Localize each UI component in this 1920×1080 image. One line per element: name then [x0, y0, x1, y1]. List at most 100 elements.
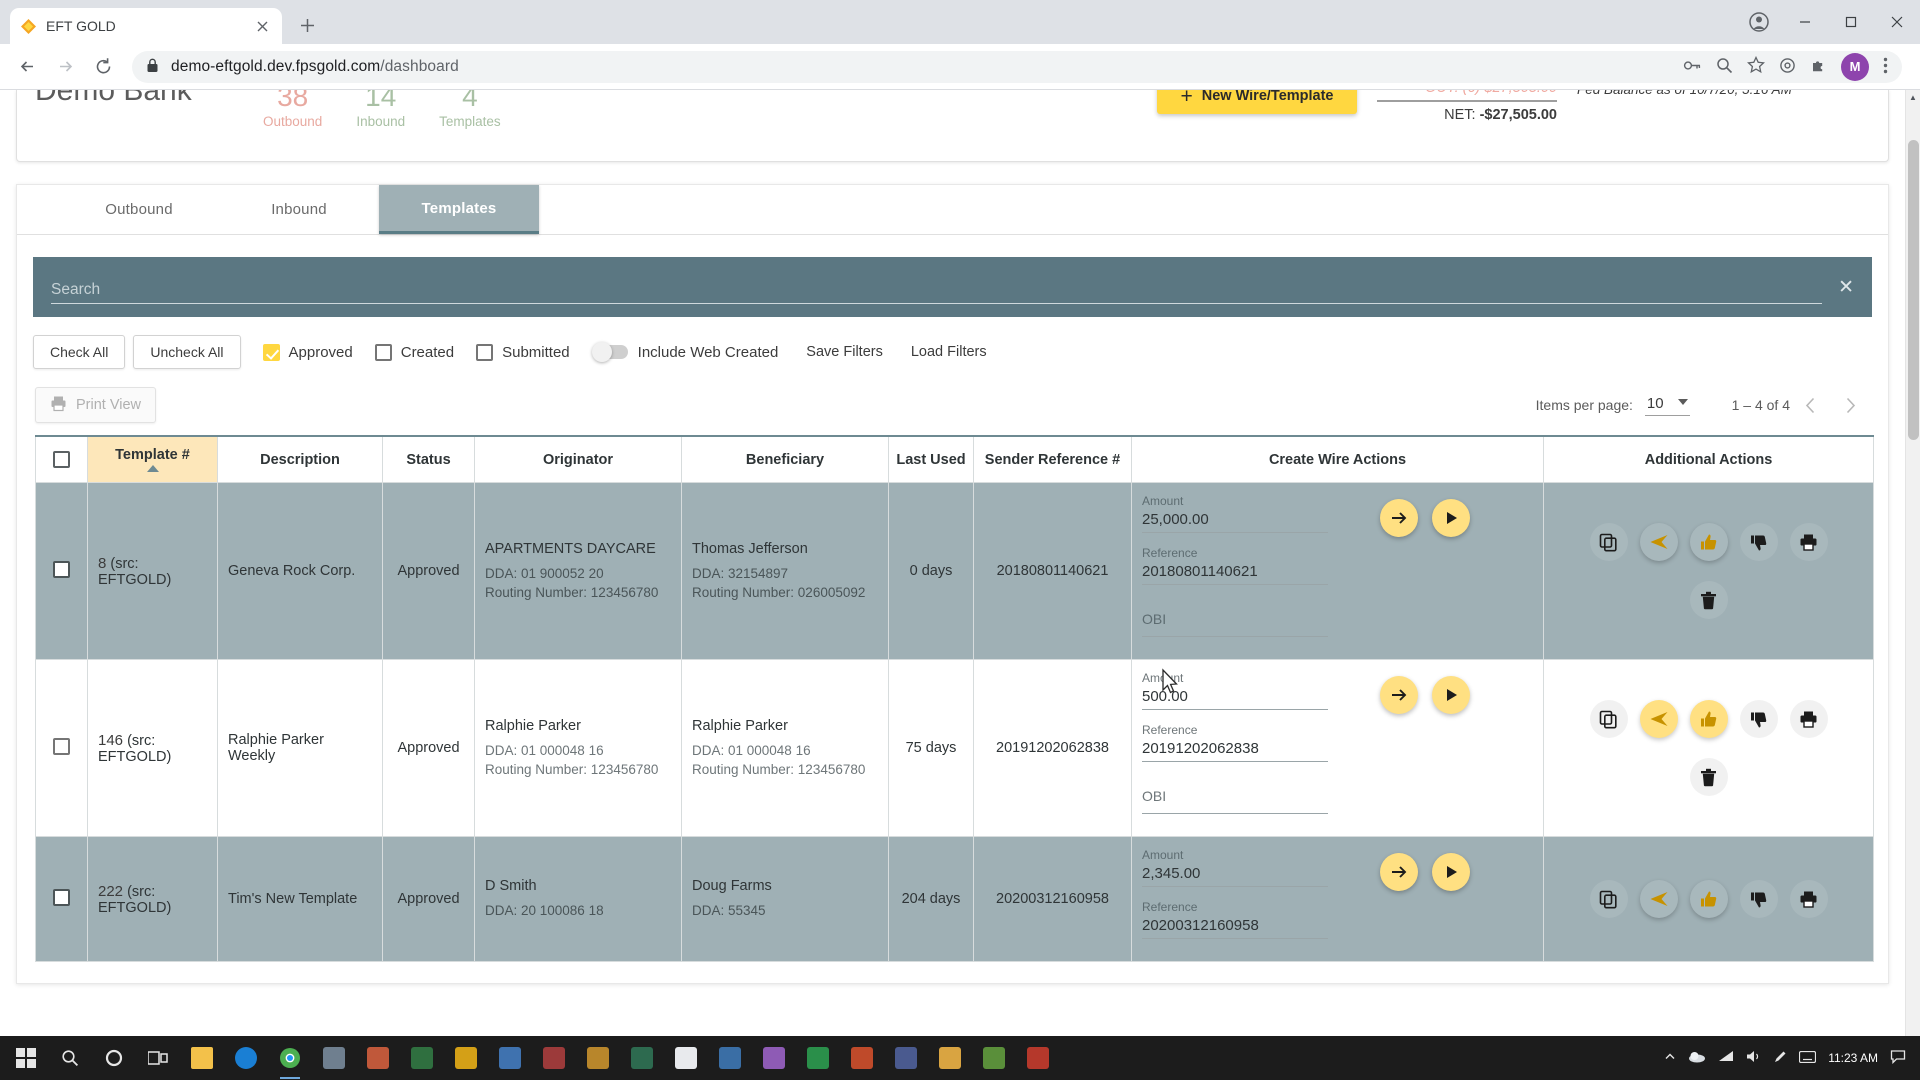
- reject-button[interactable]: [1739, 700, 1778, 738]
- create-wire-button[interactable]: [1380, 499, 1418, 537]
- taskbar-edge-icon[interactable]: [224, 1036, 268, 1080]
- send-wire-button[interactable]: [1639, 523, 1678, 561]
- row-checkbox[interactable]: [53, 888, 70, 906]
- print-template-button[interactable]: [1789, 880, 1828, 918]
- new-wire-template-button[interactable]: + New Wire/Template: [1157, 90, 1357, 114]
- stat-outbound[interactable]: 38 Outbound: [263, 90, 322, 132]
- tab-templates[interactable]: Templates: [379, 185, 539, 234]
- uncheck-all-button[interactable]: Uncheck All: [133, 335, 241, 369]
- delete-template-button[interactable]: [1689, 758, 1728, 796]
- browser-tab[interactable]: EFT GOLD: [10, 8, 282, 44]
- password-key-icon[interactable]: [1683, 58, 1702, 76]
- stat-templates[interactable]: 4 Templates: [439, 90, 501, 132]
- amount-value[interactable]: 25,000.00: [1142, 509, 1328, 533]
- search-clear-icon[interactable]: ✕: [1838, 278, 1854, 297]
- taskbar-app-16-icon[interactable]: [972, 1036, 1016, 1080]
- onedrive-icon[interactable]: [1688, 1050, 1706, 1066]
- profile-avatar[interactable]: M: [1841, 52, 1869, 81]
- amount-value[interactable]: 500.00: [1142, 686, 1328, 710]
- amount-value[interactable]: 2,345.00: [1142, 863, 1328, 887]
- filter-approved[interactable]: Approved: [262, 343, 353, 361]
- keyboard-icon[interactable]: [1799, 1050, 1817, 1066]
- minimize-button[interactable]: [1782, 0, 1828, 44]
- amount-field[interactable]: Amount 25,000.00: [1142, 493, 1328, 533]
- send-wire-button[interactable]: [1639, 700, 1678, 738]
- taskbar-app-17-icon[interactable]: [1016, 1036, 1060, 1080]
- reference-field[interactable]: Reference 20191202062838: [1142, 722, 1328, 762]
- reference-field[interactable]: Reference 20200312160958: [1142, 899, 1328, 939]
- taskbar-app-5-icon[interactable]: [488, 1036, 532, 1080]
- reference-value[interactable]: 20191202062838: [1142, 738, 1328, 762]
- column-header-originator[interactable]: Originator: [474, 435, 682, 483]
- filter-created[interactable]: Created: [374, 343, 454, 361]
- taskbar-app-13-icon[interactable]: [840, 1036, 884, 1080]
- filter-include-web-created[interactable]: Include Web Created: [591, 342, 778, 362]
- checkbox-submitted[interactable]: [476, 343, 494, 361]
- approve-button[interactable]: [1689, 700, 1728, 738]
- column-header-status[interactable]: Status: [382, 435, 475, 483]
- create-wire-button[interactable]: [1380, 853, 1418, 891]
- obi-field[interactable]: OBI: [1142, 597, 1328, 637]
- taskbar-app-4-icon[interactable]: [444, 1036, 488, 1080]
- row-checkbox[interactable]: [53, 560, 70, 578]
- print-template-button[interactable]: [1789, 700, 1828, 738]
- taskbar-app-3-icon[interactable]: [400, 1036, 444, 1080]
- tab-close-icon[interactable]: [252, 16, 272, 36]
- copy-template-button[interactable]: [1589, 700, 1628, 738]
- quick-send-button[interactable]: [1432, 499, 1470, 537]
- copy-template-button[interactable]: [1589, 523, 1628, 561]
- amount-field[interactable]: Amount 2,345.00: [1142, 847, 1328, 887]
- reference-value[interactable]: 20200312160958: [1142, 915, 1328, 939]
- column-header-description[interactable]: Description: [217, 435, 383, 483]
- reject-button[interactable]: [1739, 523, 1778, 561]
- network-icon[interactable]: [1718, 1050, 1734, 1066]
- column-header-beneficiary[interactable]: Beneficiary: [681, 435, 889, 483]
- chrome-menu-icon[interactable]: [1883, 57, 1888, 77]
- taskbar-app-6-icon[interactable]: [532, 1036, 576, 1080]
- forward-arrow-icon[interactable]: [48, 50, 82, 84]
- delete-template-button[interactable]: [1689, 581, 1728, 619]
- approve-button[interactable]: [1689, 523, 1728, 561]
- pen-icon[interactable]: [1774, 1050, 1787, 1066]
- windows-start-icon[interactable]: [4, 1036, 48, 1080]
- task-view-icon[interactable]: [136, 1036, 180, 1080]
- checkbox-approved[interactable]: [262, 343, 280, 361]
- search-icon[interactable]: [1716, 57, 1733, 77]
- reject-button[interactable]: [1739, 880, 1778, 918]
- scroll-up-arrow-icon[interactable]: ▲: [1906, 90, 1920, 105]
- items-per-page-select[interactable]: 10: [1644, 395, 1690, 416]
- check-all-button[interactable]: Check All: [33, 335, 126, 369]
- extension-circle-icon[interactable]: [1779, 57, 1796, 77]
- toggle-include-web-created[interactable]: [591, 342, 628, 362]
- approve-button[interactable]: [1689, 880, 1728, 918]
- stat-inbound[interactable]: 14 Inbound: [356, 90, 405, 132]
- filter-submitted[interactable]: Submitted: [476, 343, 570, 361]
- copy-template-button[interactable]: [1589, 880, 1628, 918]
- table-row[interactable]: 222 (src: EFTGOLD) Tim's New Template Ap…: [35, 836, 1874, 962]
- reference-field[interactable]: Reference 20180801140621: [1142, 545, 1328, 585]
- chrome-profile-icon[interactable]: [1742, 5, 1776, 39]
- checkbox-created[interactable]: [374, 343, 392, 361]
- taskbar-app-8-icon[interactable]: [620, 1036, 664, 1080]
- column-header-sender-reference[interactable]: Sender Reference #: [973, 435, 1132, 483]
- amount-field[interactable]: Amount 500.00: [1142, 670, 1328, 710]
- save-filters-button[interactable]: Save Filters: [806, 344, 883, 360]
- table-row[interactable]: 8 (src: EFTGOLD) Geneva Rock Corp. Appro…: [35, 482, 1874, 660]
- obi-field[interactable]: OBI: [1142, 774, 1328, 814]
- taskbar-app-9-icon[interactable]: [664, 1036, 708, 1080]
- taskbar-app-14-icon[interactable]: [884, 1036, 928, 1080]
- send-wire-button[interactable]: [1639, 880, 1678, 918]
- column-header-template[interactable]: Template #: [87, 435, 218, 483]
- page-scrollbar[interactable]: ▲: [1905, 90, 1920, 1080]
- taskbar-app-10-icon[interactable]: [708, 1036, 752, 1080]
- print-view-button[interactable]: Print View: [35, 387, 157, 423]
- taskbar-app-12-icon[interactable]: [796, 1036, 840, 1080]
- taskbar-clock[interactable]: 11:23 AM: [1828, 1051, 1878, 1065]
- quick-send-button[interactable]: [1432, 853, 1470, 891]
- select-all-checkbox[interactable]: [53, 451, 70, 468]
- address-bar[interactable]: demo-eftgold.dev.fpsgold.com/dashboard M: [132, 50, 1902, 83]
- row-select-cell[interactable]: [35, 482, 88, 660]
- show-hidden-icons[interactable]: [1664, 1051, 1676, 1066]
- new-tab-button[interactable]: [290, 8, 324, 42]
- volume-icon[interactable]: [1746, 1050, 1762, 1066]
